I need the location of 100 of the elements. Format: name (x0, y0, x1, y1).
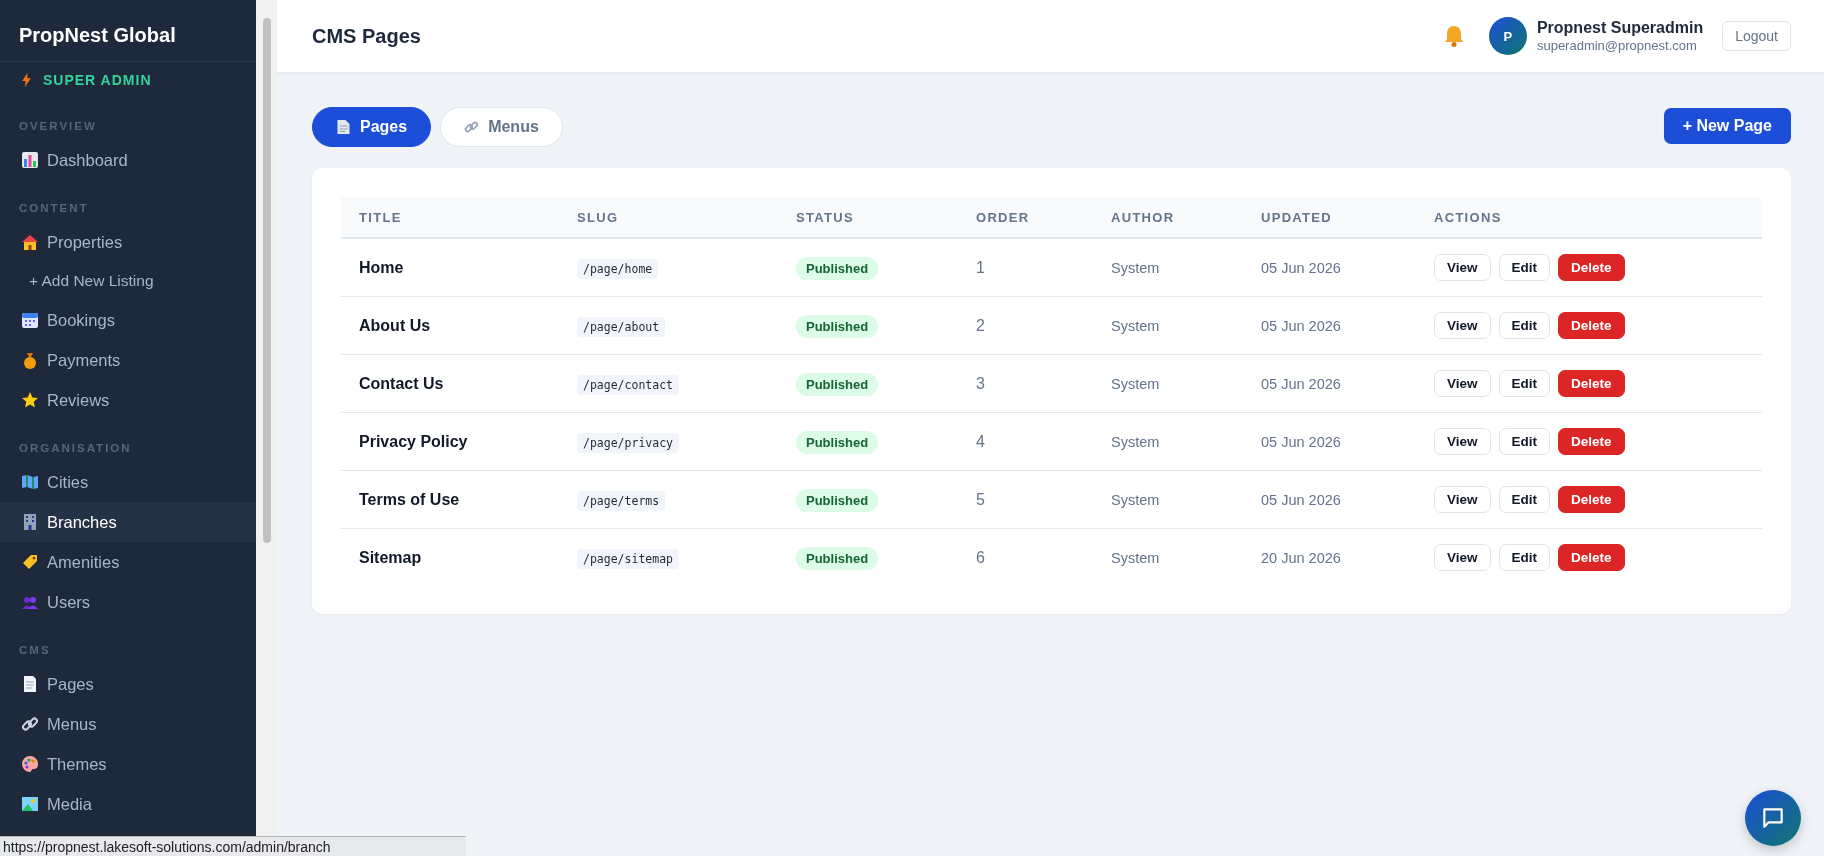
section-heading: OVERVIEW (18, 119, 98, 134)
date-cell: 05 Jun 2026 (1261, 433, 1341, 450)
author-cell: System (1111, 549, 1160, 566)
tag-icon (21, 553, 39, 571)
lightning-icon (22, 73, 31, 87)
slug-code: /page/contact (577, 374, 679, 395)
status-badge: Published (796, 314, 879, 338)
order-cell: 1 (976, 258, 985, 276)
date-cell: 05 Jun 2026 (1261, 259, 1341, 276)
page-title-cell: Contact Us (359, 374, 444, 392)
status-badge: Published (796, 430, 879, 454)
action-button[interactable]: Edit (1498, 312, 1551, 339)
order-cell: 2 (976, 316, 985, 334)
palette-icon (21, 755, 39, 773)
author-cell: System (1111, 259, 1160, 276)
action-button[interactable]: View (1434, 370, 1491, 397)
status-badge: Published (796, 256, 879, 280)
nav-item[interactable]: Pages (0, 664, 256, 704)
status-badge: Published (796, 488, 879, 512)
slug-code: /page/terms (577, 490, 666, 511)
money-bag-icon (21, 351, 39, 369)
author-cell: System (1111, 317, 1160, 334)
user-email: superadmin@propnest.com (1536, 38, 1698, 53)
nav-item[interactable]: Media (0, 784, 256, 824)
slug-code: /page/privacy (577, 432, 679, 453)
star-icon (21, 391, 39, 409)
avatar: P (1488, 17, 1527, 55)
column-header: AUTHOR (1111, 209, 1175, 225)
nav-item[interactable]: Payments (0, 340, 256, 380)
page-title-cell: About Us (359, 316, 431, 334)
logout-button[interactable]: Logout (1722, 21, 1791, 51)
nav-item[interactable]: Amenities (0, 542, 256, 582)
action-button[interactable]: View (1434, 486, 1491, 513)
column-header: ORDER (976, 209, 1030, 225)
date-cell: 05 Jun 2026 (1261, 317, 1341, 334)
author-cell: System (1111, 433, 1160, 450)
status-badge: Published (796, 372, 879, 396)
action-button[interactable]: View (1434, 312, 1491, 339)
chat-button[interactable] (1745, 790, 1801, 846)
page-title-cell: Privacy Policy (359, 432, 468, 450)
nav-item[interactable]: Users (0, 582, 256, 622)
action-button[interactable]: Edit (1498, 428, 1551, 455)
page-icon (336, 119, 351, 135)
slug-code: /page/sitemap (577, 548, 679, 569)
slug-code: /page/about (577, 316, 666, 337)
page-icon (21, 675, 39, 693)
action-button[interactable]: Edit (1498, 254, 1551, 281)
section-heading: ORGANISATION (18, 441, 133, 456)
date-cell: 05 Jun 2026 (1261, 375, 1341, 392)
action-button[interactable]: View (1434, 428, 1491, 455)
action-button[interactable]: View (1434, 254, 1491, 281)
order-cell: 3 (976, 374, 985, 392)
delete-button[interactable]: Delete (1558, 486, 1625, 513)
delete-button[interactable]: Delete (1558, 428, 1625, 455)
status-badge: Published (796, 546, 879, 570)
map-icon (21, 473, 39, 491)
nav-item[interactable]: Themes (0, 744, 256, 784)
action-button[interactable]: Edit (1498, 486, 1551, 513)
tab[interactable]: Menus (440, 107, 563, 147)
action-button[interactable]: Edit (1498, 544, 1551, 571)
delete-button[interactable]: Delete (1558, 370, 1625, 397)
order-cell: 6 (976, 548, 985, 566)
section-heading: CONTENT (18, 201, 90, 216)
nav-item[interactable]: Bookings (0, 300, 256, 340)
nav-item[interactable]: Cities (0, 462, 256, 502)
tab[interactable]: Pages (312, 107, 432, 147)
building-icon (21, 513, 39, 531)
delete-button[interactable]: Delete (1558, 254, 1625, 281)
user-name: Propnest Superadmin (1536, 19, 1704, 37)
section-heading: CMS (18, 643, 52, 658)
delete-button[interactable]: Delete (1558, 544, 1625, 571)
url-tooltip: https://propnest.lakesoft-solutions.com/admin/branch (0, 836, 466, 856)
nav-item[interactable]: Branches (0, 502, 256, 542)
nav-item[interactable]: Properties (0, 222, 256, 262)
action-button[interactable]: View (1434, 544, 1491, 571)
new-page-button[interactable]: + New Page (1663, 107, 1791, 144)
column-header: ACTIONS (1434, 209, 1502, 225)
nav-item[interactable]: Menus (0, 704, 256, 744)
page-title-cell: Terms of Use (359, 490, 460, 508)
page-title-cell: Home (359, 258, 404, 276)
link-icon (464, 119, 480, 135)
nav-item[interactable]: + Add New Listing (0, 262, 256, 300)
action-button[interactable]: Edit (1498, 370, 1551, 397)
bar-chart-icon (21, 151, 39, 169)
author-cell: System (1111, 491, 1160, 508)
image-icon (21, 795, 39, 813)
nav-item[interactable]: Reviews (0, 380, 256, 420)
date-cell: 20 Jun 2026 (1261, 549, 1341, 566)
column-header: TITLE (359, 209, 402, 225)
slug-code: /page/home (577, 258, 659, 279)
calendar-icon (21, 311, 39, 329)
delete-button[interactable]: Delete (1558, 312, 1625, 339)
role-label: SUPER ADMIN (43, 72, 152, 88)
column-header: STATUS (796, 209, 854, 225)
column-header: SLUG (577, 209, 619, 225)
order-cell: 5 (976, 490, 985, 508)
nav-item[interactable]: Dashboard (0, 140, 256, 180)
bell-icon[interactable] (1442, 24, 1465, 48)
house-icon (21, 233, 39, 251)
chat-icon (1760, 805, 1786, 831)
